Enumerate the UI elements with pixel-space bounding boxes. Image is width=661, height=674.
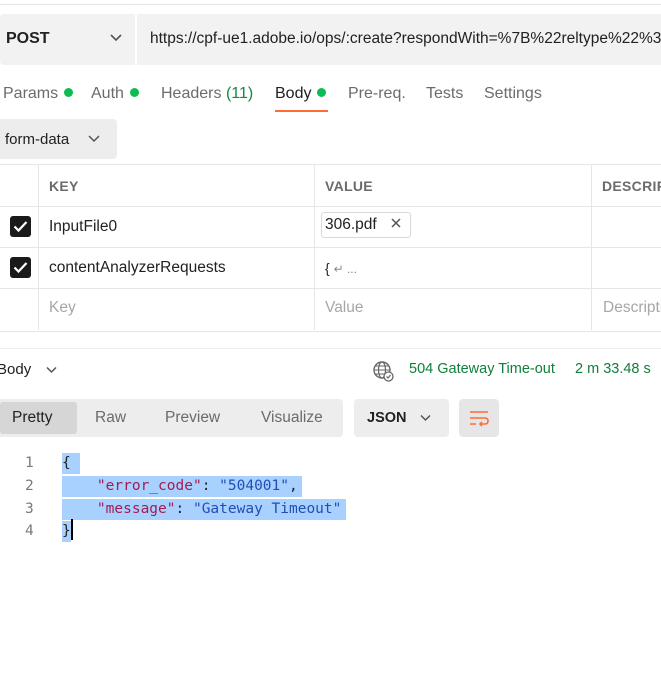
tab-params-label: Params xyxy=(3,85,59,102)
row-key[interactable]: contentAnalyzerRequests xyxy=(49,259,226,277)
description-placeholder[interactable]: Description xyxy=(603,299,661,317)
response-time[interactable]: 2 m 33.48 s xyxy=(575,361,651,377)
headers-count: (11) xyxy=(225,85,254,102)
tab-settings-label: Settings xyxy=(484,85,542,102)
json-close-brace: } xyxy=(62,523,71,539)
line-number: 4 xyxy=(25,523,34,539)
line-number: 2 xyxy=(25,478,34,494)
code-line-2[interactable]: "error_code": "504001", xyxy=(62,476,302,497)
checkbox-checked-icon xyxy=(13,262,28,274)
row-checkbox[interactable] xyxy=(10,257,31,278)
window-top-border xyxy=(0,0,661,5)
chevron-down-icon[interactable] xyxy=(108,29,124,45)
view-raw[interactable]: Raw xyxy=(95,409,126,427)
close-icon[interactable] xyxy=(389,216,403,230)
column-divider xyxy=(591,164,592,330)
table-divider xyxy=(0,288,661,289)
json-key: "message" xyxy=(96,501,176,517)
chevron-down-icon[interactable] xyxy=(45,363,58,376)
url-text[interactable]: https://cpf-ue1.adobe.io/ops/:create?res… xyxy=(150,30,661,48)
code-line-4[interactable]: } xyxy=(62,521,71,542)
globe-icon[interactable] xyxy=(372,360,394,382)
view-preview[interactable]: Preview xyxy=(165,409,220,427)
row-value-ellipsis: ↵ ... xyxy=(333,262,357,276)
column-divider xyxy=(38,164,39,330)
row-checkbox[interactable] xyxy=(10,216,31,237)
row-key[interactable]: InputFile0 xyxy=(49,218,117,236)
body-mode-label: form-data xyxy=(5,131,70,148)
response-body-label[interactable]: Body xyxy=(0,361,31,378)
tab-body[interactable]: Body xyxy=(275,85,327,103)
chevron-down-icon[interactable] xyxy=(87,131,101,145)
code-line-3[interactable]: "message": "Gateway Timeout" xyxy=(62,499,347,520)
code-line-1[interactable]: { xyxy=(62,453,80,474)
column-divider xyxy=(314,164,315,330)
format-label: JSON xyxy=(367,410,407,426)
tab-auth[interactable]: Auth xyxy=(91,85,139,103)
status-dot xyxy=(317,88,327,97)
response-separator xyxy=(0,348,661,349)
status-code[interactable]: 504 Gateway Time-out xyxy=(409,361,555,377)
row-value[interactable]: { ↵ ... xyxy=(325,260,357,276)
row-value-brace: { xyxy=(325,260,330,276)
column-header-key: KEY xyxy=(49,178,79,194)
wrap-lines-icon xyxy=(470,411,489,427)
line-number: 1 xyxy=(25,455,34,471)
tab-auth-label: Auth xyxy=(91,85,124,102)
tab-body-label: Body xyxy=(275,85,312,102)
status-dot xyxy=(64,88,74,97)
json-string: "504001" xyxy=(219,478,289,494)
file-name: 306.pdf xyxy=(325,216,377,233)
status-dot xyxy=(129,88,139,97)
checkbox-checked-icon xyxy=(13,221,28,233)
method-label: POST xyxy=(6,30,50,47)
json-string: "Gateway Timeout" xyxy=(192,501,342,517)
tab-prereq[interactable]: Pre-req. xyxy=(348,85,406,103)
tab-settings[interactable]: Settings xyxy=(484,85,542,103)
column-header-description: DESCRIPTION xyxy=(602,178,661,194)
key-placeholder[interactable]: Key xyxy=(49,299,76,317)
value-placeholder[interactable]: Value xyxy=(325,299,364,317)
tab-headers-label: Headers xyxy=(161,85,222,102)
column-header-value: VALUE xyxy=(325,178,373,194)
view-pretty[interactable]: Pretty xyxy=(12,409,52,427)
tab-tests-label: Tests xyxy=(426,85,464,102)
tab-tests[interactable]: Tests xyxy=(426,85,463,103)
table-divider xyxy=(0,247,661,248)
json-open-brace: { xyxy=(62,455,71,471)
tab-prereq-label: Pre-req. xyxy=(348,85,406,102)
json-key: "error_code" xyxy=(96,478,202,494)
line-number: 3 xyxy=(25,501,34,517)
table-divider xyxy=(0,206,661,207)
tab-headers[interactable]: Headers (11) xyxy=(161,85,253,103)
active-tab-indicator xyxy=(275,110,328,112)
text-cursor xyxy=(71,519,73,540)
chevron-down-icon[interactable] xyxy=(419,411,432,424)
tab-params[interactable]: Params xyxy=(3,85,74,103)
view-visualize[interactable]: Visualize xyxy=(261,409,323,427)
